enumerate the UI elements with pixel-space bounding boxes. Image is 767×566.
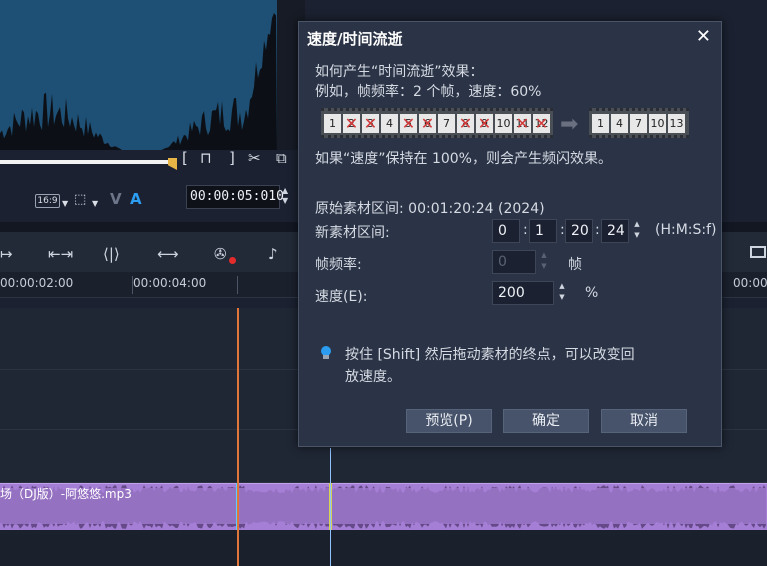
audio-track-toggle[interactable]: A	[130, 191, 142, 207]
zoom-fit-icon[interactable]: ⇤⇥	[48, 246, 73, 262]
new-duration-hours[interactable]: 0	[492, 219, 520, 243]
crop-icon[interactable]: ⬚	[74, 192, 86, 208]
lightbulb-icon	[319, 344, 333, 360]
example-text: 例如，帧频率：2 个帧，速度：60%	[315, 84, 542, 100]
video-track-toggle[interactable]: V	[110, 191, 122, 207]
record-indicator	[229, 257, 236, 264]
new-duration-minutes[interactable]: 1	[529, 219, 557, 243]
dialog-title: 速度/时间流逝	[307, 30, 403, 48]
how-heading: 如何产生“时间流逝”效果：	[315, 64, 484, 80]
timecode-display[interactable]: 00:00:05:010	[186, 185, 284, 209]
new-duration-spinner[interactable]: ▲ ▼	[630, 219, 644, 243]
speed-spinner[interactable]: ▲ ▼	[555, 281, 569, 305]
audio-clip-name: 场（DJ版）-阿悠悠.mp3	[0, 487, 132, 501]
film-frame: 7	[438, 113, 455, 133]
track-filler	[0, 530, 767, 566]
preview-window	[0, 0, 277, 150]
duration-colon: :	[595, 222, 600, 238]
ruler-label: 00:00	[733, 276, 767, 290]
film-frame: 11	[514, 113, 531, 133]
speed-input[interactable]: 200	[492, 281, 554, 305]
new-duration-label: 新素材区间:	[315, 225, 390, 241]
speed-timelapse-dialog: 速度/时间流逝 ✕ 如何产生“时间流逝”效果： 例如，帧频率：2 个帧，速度：6…	[298, 21, 722, 447]
frame-rate-label: 帧频率:	[315, 257, 362, 273]
film-frame: 4	[611, 113, 628, 133]
film-frame: 9	[476, 113, 493, 133]
mark-in-icon[interactable]: [	[182, 150, 188, 166]
cancel-button[interactable]: 取消	[601, 409, 687, 433]
speed-unit: %	[585, 285, 599, 301]
visualizer-spikes	[0, 13, 277, 150]
fit-project-icon[interactable]: ↦	[0, 246, 13, 262]
flicker-note: 如果“速度”保持在 100%，则会产生频闪效果。	[315, 151, 612, 167]
playhead[interactable]	[237, 308, 239, 566]
copy-icon[interactable]: ⧉	[276, 150, 287, 166]
trim-icon[interactable]: ⊓	[200, 150, 212, 166]
scissors-icon[interactable]: ✂	[248, 150, 261, 166]
film-frame: 10	[495, 113, 512, 133]
frame-rate-spinner[interactable]: ▲ ▼	[537, 250, 551, 274]
film-frame: 1	[592, 113, 609, 133]
film-frame: 10	[649, 113, 666, 133]
film-strip-after: 1 4 7 10 13	[589, 108, 689, 138]
film-frame: 4	[381, 113, 398, 133]
tip-line-1: 按住 [Shift] 然后拖动素材的终点，可以改变回	[345, 347, 635, 363]
film-strip-before: 123456789101112	[321, 108, 553, 138]
record-capture-icon[interactable]: ✇	[214, 246, 227, 262]
audio-mixer-icon[interactable]: ♪	[268, 246, 278, 262]
ruler-label: 00:00:04:00	[133, 276, 207, 290]
film-frame: 12	[533, 113, 550, 133]
arrow-right-icon: ➡	[560, 112, 579, 137]
film-frame: 2	[343, 113, 360, 133]
film-frame: 5	[400, 113, 417, 133]
ruler-label: 00:00:02:00	[0, 276, 74, 290]
split-icon[interactable]: ⟨|⟩	[103, 246, 120, 262]
aspect-ratio-label: 16:9	[37, 196, 58, 206]
film-frame: 7	[630, 113, 647, 133]
hmsf-hint: (H:M:S:f)	[655, 222, 717, 238]
ok-button[interactable]: 确定	[503, 409, 589, 433]
frame-rate-input[interactable]: 0	[492, 250, 536, 274]
film-frame: 1	[324, 113, 341, 133]
aspect-ratio-button[interactable]: 16:9	[35, 194, 60, 208]
speed-label: 速度(E):	[315, 289, 368, 305]
envelope-icon[interactable]	[750, 246, 766, 258]
film-frame: 6	[419, 113, 436, 133]
film-frame: 3	[362, 113, 379, 133]
aspect-dropdown-icon[interactable]: ▼	[62, 196, 68, 212]
new-duration-seconds[interactable]: 20	[565, 219, 593, 243]
scrub-handle[interactable]	[168, 158, 177, 170]
close-icon[interactable]: ✕	[696, 26, 711, 47]
original-duration: 原始素材区间: 00:01:20:24 (2024)	[315, 201, 545, 217]
film-frame: 8	[457, 113, 474, 133]
mark-out-icon[interactable]: ]	[229, 150, 235, 166]
new-duration-frames[interactable]: 24	[601, 219, 629, 243]
frame-unit: 帧	[568, 257, 582, 273]
preview-scrub-bar[interactable]	[0, 160, 172, 164]
ruler-tick	[237, 276, 238, 294]
tip-line-2: 放速度。	[345, 369, 401, 385]
timecode-spinner[interactable]: ▲ ▼	[282, 186, 288, 206]
crop-dropdown-icon[interactable]: ▼	[92, 196, 98, 212]
audio-visualizer	[0, 13, 277, 150]
preview-button[interactable]: 预览(P)	[406, 409, 492, 433]
drop-position-line	[330, 448, 331, 566]
duration-colon: :	[523, 222, 528, 238]
film-frame: 13	[668, 113, 685, 133]
duration-colon: :	[560, 222, 565, 238]
ripple-icon[interactable]: ⟷	[157, 246, 179, 262]
